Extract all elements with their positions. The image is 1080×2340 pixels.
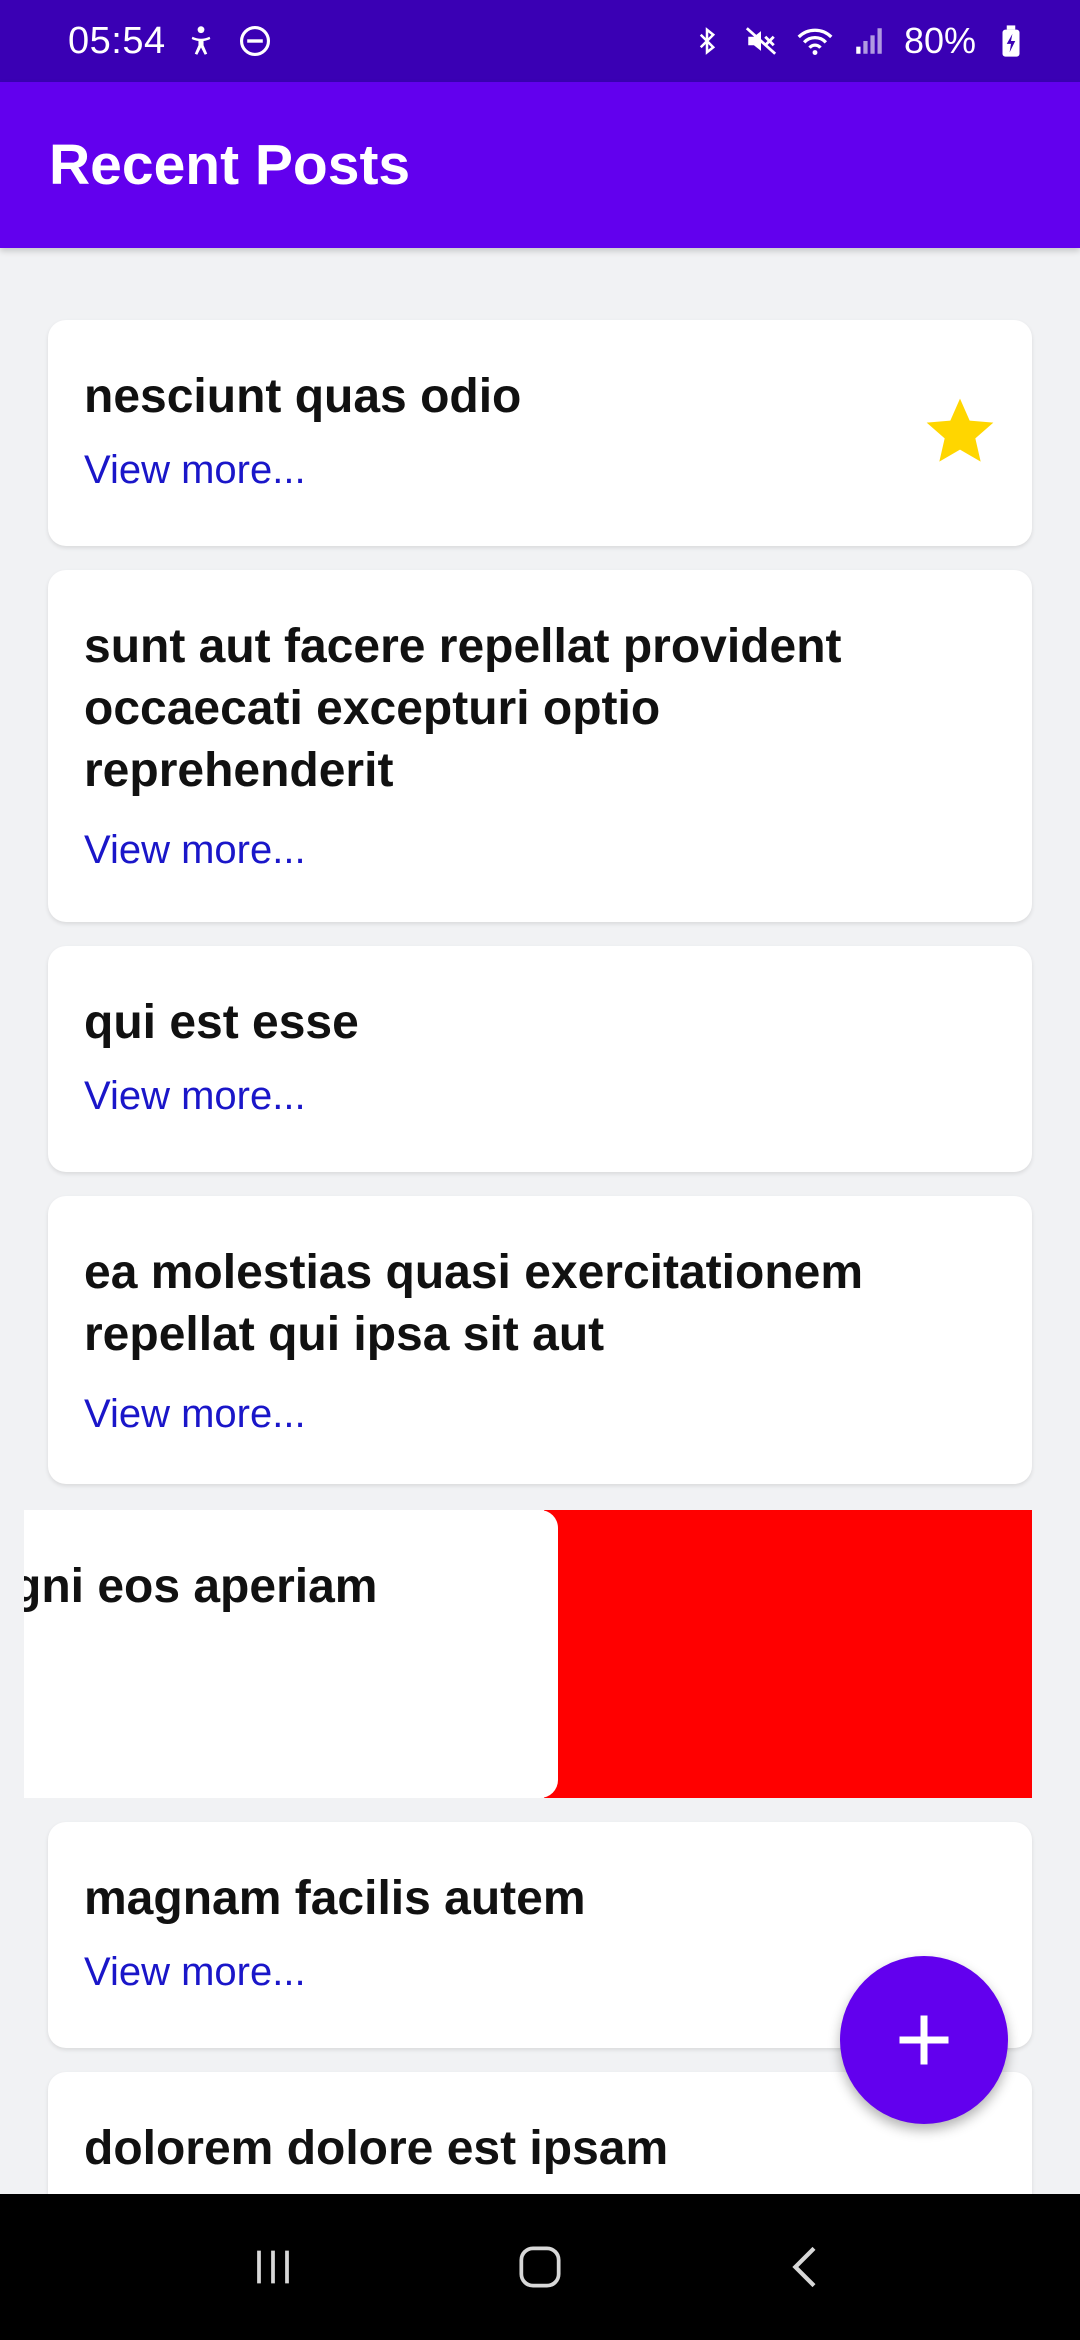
post-card-swiped[interactable]: gni eos aperiam: [24, 1510, 558, 1798]
post-title: dolorem dolore est ipsam: [84, 2122, 669, 2175]
mute-icon: [742, 22, 780, 60]
post-title: qui est esse: [84, 996, 359, 1049]
back-icon: [792, 2246, 816, 2288]
battery-percent: 80%: [903, 20, 976, 61]
back-button[interactable]: [762, 2222, 852, 2312]
post-title: gni eos aperiam: [24, 1560, 378, 1613]
posts-list[interactable]: nesciunt quas odio View more... sunt aut…: [0, 248, 1080, 2194]
signal-icon: [850, 22, 888, 60]
status-bar: 05:54 80%: [0, 0, 1080, 82]
app-bar: Recent Posts: [0, 82, 1080, 248]
accessibility-icon: [182, 22, 220, 60]
view-more-link[interactable]: View more...: [84, 828, 996, 873]
add-post-button[interactable]: [840, 1956, 1008, 2124]
star-icon[interactable]: [920, 392, 1000, 472]
view-more-link[interactable]: View more...: [84, 1392, 996, 1437]
post-card[interactable]: nesciunt quas odio View more...: [48, 320, 1032, 546]
do-not-disturb-icon: [236, 22, 274, 60]
post-title: sunt aut facere repellat provident occae…: [84, 620, 842, 797]
post-card[interactable]: qui est esse View more...: [48, 946, 1032, 1172]
status-time: 05:54: [68, 19, 166, 62]
post-title: ea molestias quasi exercitationem repell…: [84, 1246, 864, 1361]
system-nav-bar: [0, 2194, 1080, 2340]
post-card[interactable]: ea molestias quasi exercitationem repell…: [48, 1196, 1032, 1484]
page-title: Recent Posts: [49, 133, 411, 197]
recent-apps-button[interactable]: [228, 2222, 318, 2312]
bluetooth-icon: [688, 22, 726, 60]
status-left: 05:54: [68, 20, 274, 63]
view-more-link[interactable]: View more...: [84, 1074, 996, 1119]
post-card[interactable]: sunt aut facere repellat provident occae…: [48, 570, 1032, 922]
delete-background: [544, 1510, 1032, 1798]
status-right: 80%: [688, 20, 1030, 62]
wifi-icon: [796, 22, 834, 60]
battery-charging-icon: [992, 22, 1030, 60]
view-more-link[interactable]: View more...: [84, 448, 996, 493]
swipe-to-delete-row[interactable]: gni eos aperiam: [24, 1510, 1032, 1798]
home-button[interactable]: [495, 2222, 585, 2312]
post-title: nesciunt quas odio: [84, 370, 522, 423]
recent-apps-icon: [257, 2250, 290, 2284]
home-icon: [519, 2246, 561, 2288]
screen: 05:54 80% Recent Posts nesciunt quas odi…: [0, 0, 1080, 2340]
plus-icon: [899, 2015, 949, 2065]
post-title: magnam facilis autem: [84, 1872, 586, 1925]
